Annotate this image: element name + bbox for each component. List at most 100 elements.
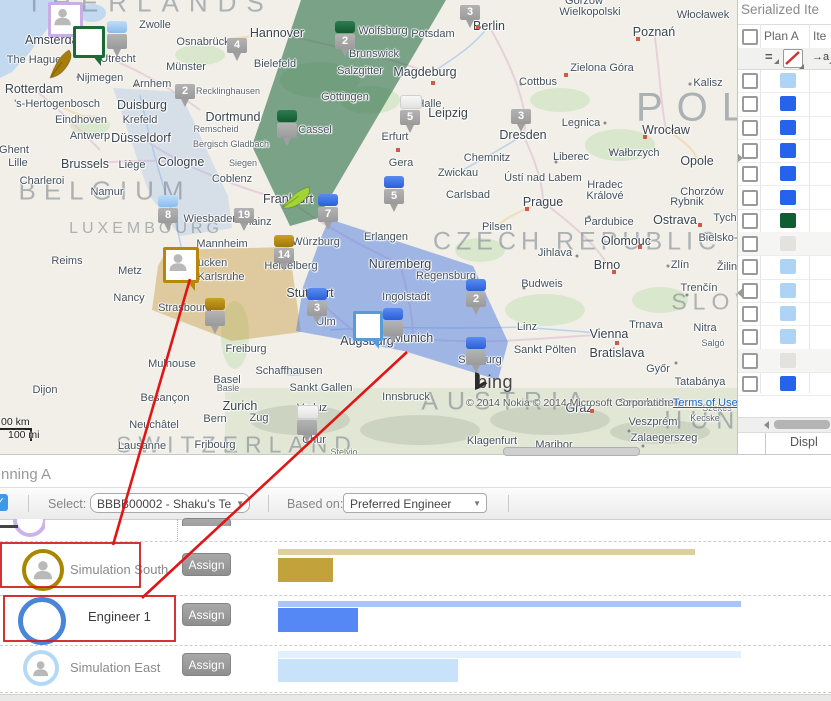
serialized-item-row[interactable] [738, 209, 831, 233]
toolbar-blue-icon[interactable]: ✓ [0, 494, 8, 511]
map-city-label: Kalisz [693, 77, 722, 89]
grid-header: Plan A Ite [738, 24, 831, 49]
map-hscrollbar-thumb[interactable] [503, 447, 640, 456]
row-checkbox[interactable] [742, 96, 758, 112]
row-checkbox[interactable] [742, 306, 758, 322]
serialized-item-row[interactable] [738, 116, 831, 140]
map-city-label: Gera [389, 157, 413, 169]
pin-count [466, 350, 486, 365]
serialized-item-row[interactable] [738, 255, 831, 279]
map-city-label: Legnica [562, 117, 601, 129]
serialized-item-row[interactable] [738, 139, 831, 163]
based-on-dropdown[interactable]: Preferred Engineer ▼ [343, 493, 487, 513]
map-pin-green[interactable]: 2 [335, 21, 355, 57]
filter-equals-icon[interactable]: = [765, 49, 773, 64]
gantt-booking-bar[interactable] [278, 608, 358, 632]
serialized-item-row[interactable] [738, 372, 831, 396]
serialized-item-row[interactable] [738, 69, 831, 93]
serialized-item-row[interactable] [738, 325, 831, 349]
map-city-dot [520, 83, 523, 86]
map-pin-blue[interactable] [383, 308, 403, 344]
pin-count: 3 [460, 5, 480, 20]
pin-tail [406, 125, 414, 133]
map-pin-cluster[interactable]: 3 [511, 109, 531, 132]
row-checkbox[interactable] [742, 259, 758, 275]
map-pin-lightblue[interactable]: 8 [158, 195, 178, 231]
map-pin-cluster[interactable]: 2 [175, 84, 195, 107]
map-city-dot [675, 362, 678, 365]
pin-tail [389, 336, 397, 344]
map-pin-blue[interactable]: 5 [384, 176, 404, 212]
pin-tail [211, 326, 219, 334]
map-pin-blue[interactable]: 2 [466, 279, 486, 315]
pin-tail [283, 138, 291, 146]
selected-marker-blue[interactable] [353, 311, 383, 341]
plan-color-swatch [780, 143, 796, 158]
assign-button[interactable]: Assign [182, 653, 231, 676]
quill-marker-icon[interactable] [48, 48, 75, 80]
map-pin-white[interactable] [297, 405, 319, 443]
person-marker-gold[interactable] [163, 247, 199, 283]
assign-button[interactable] [182, 518, 231, 526]
map-city-label: Ingolstadt [382, 291, 430, 303]
gantt-booking-bar[interactable] [278, 558, 333, 582]
column-header-plan[interactable]: Plan A [764, 29, 799, 43]
serialized-item-row[interactable] [738, 162, 831, 186]
scrollbar-thumb[interactable] [774, 420, 830, 429]
map-pin-cluster[interactable]: 4 [227, 38, 247, 61]
map-pin-cluster[interactable]: 19 [234, 208, 254, 231]
map-pin-green[interactable] [277, 110, 297, 146]
map-city-label: Rotterdam [5, 82, 63, 96]
row-checkbox[interactable] [742, 329, 758, 345]
row-separator [0, 692, 831, 693]
terms-of-use-link[interactable]: Terms of Use [673, 397, 737, 409]
splitter-right-arrow-icon[interactable] [737, 153, 743, 163]
map-canvas[interactable]: THERLANDSBELGIUMLUXEMBOURGCZECH REPUBLIC… [0, 0, 737, 454]
serialized-item-row[interactable] [738, 232, 831, 256]
country-watermark: CZECH REPUBLIC [433, 228, 721, 257]
map-pin-blue[interactable]: 3 [307, 288, 327, 324]
map-pin-cluster[interactable]: 3 [460, 5, 480, 28]
row-checkbox[interactable] [742, 353, 758, 369]
pin-count [277, 123, 297, 138]
row-checkbox[interactable] [742, 376, 758, 392]
filter-goto-icon[interactable]: →a [812, 51, 829, 63]
row-checkbox[interactable] [742, 190, 758, 206]
row-checkbox[interactable] [742, 143, 758, 159]
map-pin-blue[interactable]: 7 [318, 194, 338, 230]
serialized-item-row[interactable] [738, 302, 831, 326]
map-pin-lightblue[interactable] [107, 21, 127, 57]
panel-hscrollbar[interactable] [738, 417, 831, 433]
map-city-label: Salzgitter [337, 65, 383, 77]
row-checkbox[interactable] [742, 166, 758, 182]
assign-button[interactable]: Assign [182, 553, 231, 576]
selected-marker-green[interactable] [73, 26, 105, 58]
map-city-label: Fribourg [195, 439, 236, 451]
gantt-booking-bar[interactable] [278, 659, 458, 682]
assign-button[interactable]: Assign [182, 603, 231, 626]
row-checkbox[interactable] [742, 73, 758, 89]
row-checkbox[interactable] [742, 213, 758, 229]
serialized-item-row[interactable] [738, 92, 831, 116]
pin-tail [472, 365, 480, 373]
map-pin-gold[interactable] [205, 298, 225, 334]
scroll-left-arrow-icon[interactable] [764, 421, 769, 429]
map-pin-gold[interactable]: 14 [274, 235, 294, 271]
map-pin-blue[interactable] [466, 337, 486, 373]
select-all-checkbox[interactable] [742, 29, 758, 45]
filter-color-icon[interactable] [783, 49, 803, 68]
serialized-item-row[interactable] [738, 349, 831, 373]
pin-count: 5 [384, 189, 404, 204]
row-checkbox[interactable] [742, 236, 758, 252]
row-checkbox[interactable] [742, 120, 758, 136]
splitter-left-arrow-icon[interactable] [737, 288, 743, 298]
map-city-label: Bielefeld [254, 58, 296, 70]
map-city-label: Siegen [229, 158, 257, 168]
column-header-item[interactable]: Ite [813, 29, 826, 43]
map-pin-white[interactable]: 5 [400, 95, 422, 133]
map-city-dot [135, 84, 138, 87]
territory-select-dropdown[interactable]: BBBB00002 - Shaku's Te ▼ [90, 493, 250, 513]
serialized-item-row[interactable] [738, 186, 831, 210]
row-checkbox[interactable] [742, 283, 758, 299]
serialized-item-row[interactable] [738, 279, 831, 303]
